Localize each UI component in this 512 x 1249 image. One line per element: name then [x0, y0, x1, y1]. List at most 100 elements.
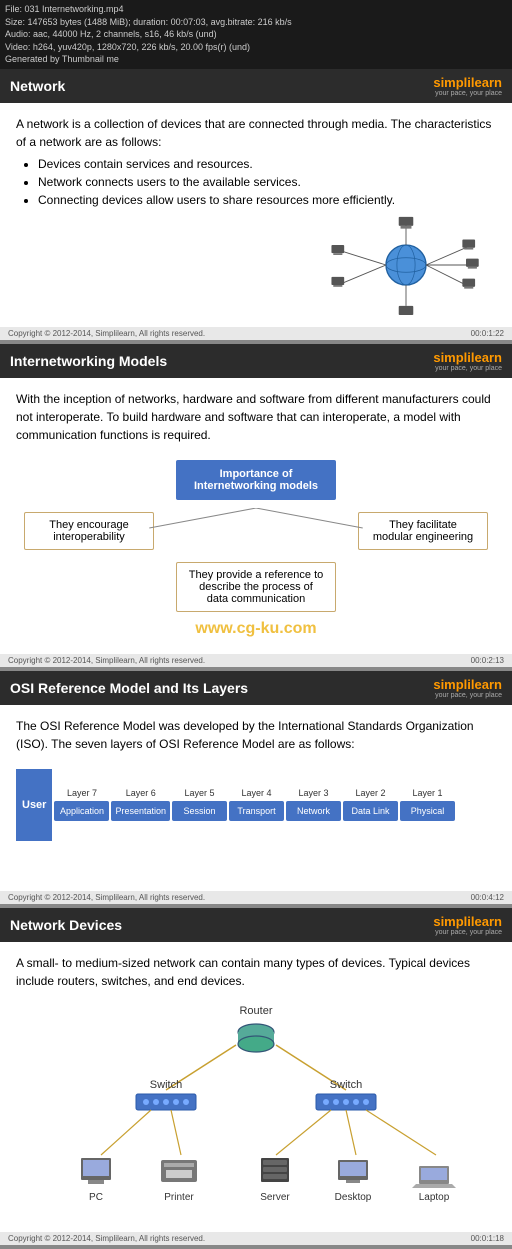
layer-4-box: Transport: [229, 801, 284, 821]
osi-header: OSI Reference Model and Its Layers simpl…: [0, 671, 512, 705]
network-devices-timestamp: 00:0:1:18: [471, 1234, 504, 1243]
network-topology-svg: [316, 215, 496, 315]
file-info-line4: Video: h264, yuv420p, 1280x720, 226 kb/s…: [5, 41, 507, 54]
brand-simpli-4: simpli: [433, 914, 471, 929]
center-box-wrapper: Importance of Internetworking models: [24, 460, 488, 500]
layer-7-group: Layer 7 Application: [54, 788, 109, 821]
network-intro: A network is a collection of devices tha…: [16, 115, 496, 151]
network-devices-section: Network Devices simplilearn your pace, y…: [0, 908, 512, 1245]
network-title: Network: [10, 78, 65, 94]
internetworking-section: Internetworking Models simplilearn your …: [0, 344, 512, 667]
osi-content: The OSI Reference Model was developed by…: [0, 705, 512, 891]
layer-2-box: Data Link: [343, 801, 398, 821]
osi-copyright: Copyright © 2012-2014, Simplilearn, All …: [8, 893, 205, 902]
internetworking-content: With the inception of networks, hardware…: [0, 378, 512, 654]
right-box: They facilitate modular engineering: [358, 512, 488, 550]
bullet-3: Connecting devices allow users to share …: [38, 193, 496, 207]
brand-tagline-3: your pace, your place: [435, 692, 502, 699]
internetworking-intro: With the inception of networks, hardware…: [16, 390, 496, 444]
network-devices-intro: A small- to medium-sized network can con…: [16, 954, 496, 990]
osi-section: OSI Reference Model and Its Layers simpl…: [0, 671, 512, 904]
network-devices-footer: Copyright © 2012-2014, Simplilearn, All …: [0, 1232, 512, 1245]
internetworking-timestamp: 00:0:2:13: [471, 656, 504, 665]
file-info-line2: Size: 147653 bytes (1488 MiB); duration:…: [5, 16, 507, 29]
simplilearn-logo-3: simplilearn your pace, your place: [433, 677, 502, 699]
osi-spacer: [16, 849, 496, 879]
brand-learn-1: learn: [471, 75, 502, 90]
brand-tagline-4: your pace, your place: [435, 929, 502, 936]
center-box: Importance of Internetworking models: [176, 460, 336, 500]
network-diagram-area: [16, 215, 496, 315]
svg-text:Laptop: Laptop: [419, 1192, 450, 1203]
layer-2-group: Layer 2 Data Link: [343, 788, 398, 821]
network-header: Network simplilearn your pace, your plac…: [0, 69, 512, 103]
brand-simpli-2: simpli: [433, 350, 471, 365]
network-devices-header: Network Devices simplilearn your pace, y…: [0, 908, 512, 942]
svg-text:Server: Server: [260, 1192, 290, 1203]
network-bullets: Devices contain services and resources. …: [16, 157, 496, 207]
layer-1-box: Physical: [400, 801, 455, 821]
network-devices-copyright: Copyright © 2012-2014, Simplilearn, All …: [8, 1234, 205, 1243]
file-info-line5: Generated by Thumbnail me: [5, 53, 507, 66]
layer-7-num: Layer 7: [67, 788, 97, 798]
osi-intro: The OSI Reference Model was developed by…: [16, 717, 496, 753]
layer-5-box: Session: [172, 801, 227, 821]
network-timestamp: 00:0:1:22: [471, 329, 504, 338]
layer-3-group: Layer 3 Network: [286, 788, 341, 821]
brand-name-2: simplilearn: [433, 350, 502, 365]
brand-name-3: simplilearn: [433, 677, 502, 692]
bullet-2: Network connects users to the available …: [38, 175, 496, 189]
brand-name-1: simplilearn: [433, 75, 502, 90]
internetworking-title: Internetworking Models: [10, 353, 167, 369]
layer-1-group: Layer 1 Physical: [400, 788, 455, 821]
network-content: A network is a collection of devices tha…: [0, 103, 512, 327]
network-section: Network simplilearn your pace, your plac…: [0, 69, 512, 340]
osi-timestamp: 00:0:4:12: [471, 893, 504, 902]
brand-simpli-3: simpli: [433, 677, 471, 692]
layer-3-box: Network: [286, 801, 341, 821]
layer-6-box: Presentation: [111, 801, 170, 821]
brand-simpli-1: simpli: [433, 75, 471, 90]
router-label: Router: [239, 1005, 272, 1017]
brand-learn-3: learn: [471, 677, 502, 692]
devices-svg: Router Switch Switch: [16, 1000, 496, 1220]
models-diagram: Importance of Internetworking models The…: [16, 460, 496, 612]
svg-text:Desktop: Desktop: [335, 1192, 372, 1203]
brand-learn-2: learn: [471, 350, 502, 365]
layer-5-group: Layer 5 Session: [172, 788, 227, 821]
svg-text:PC: PC: [89, 1192, 103, 1203]
bottom-box-wrapper: They provide a reference to describe the…: [24, 556, 488, 612]
user-label: User: [16, 769, 52, 841]
left-box: They encourage interoperability: [24, 512, 154, 550]
internetworking-copyright: Copyright © 2012-2014, Simplilearn, All …: [8, 656, 205, 665]
layer-3-num: Layer 3: [299, 788, 329, 798]
file-info-bar: File: 031 Internetworking.mp4 Size: 1476…: [0, 0, 512, 69]
layer-6-num: Layer 6: [126, 788, 156, 798]
osi-title: OSI Reference Model and Its Layers: [10, 680, 248, 696]
layer-5-num: Layer 5: [185, 788, 215, 798]
layer-6-group: Layer 6 Presentation: [111, 788, 170, 821]
brand-learn-4: learn: [471, 914, 502, 929]
middle-row: They encourage interoperability They fac…: [24, 508, 488, 550]
file-info-line1: File: 031 Internetworking.mp4: [5, 3, 507, 16]
simplilearn-logo-2: simplilearn your pace, your place: [433, 350, 502, 372]
file-info-line3: Audio: aac, 44000 Hz, 2 channels, s16, 4…: [5, 28, 507, 41]
bottom-box: They provide a reference to describe the…: [176, 562, 336, 612]
network-footer: Copyright © 2012-2014, Simplilearn, All …: [0, 327, 512, 340]
layer-4-num: Layer 4: [242, 788, 272, 798]
osi-layers-diagram: User Layer 7 Application Layer 6 Present…: [16, 769, 496, 841]
internetworking-header: Internetworking Models simplilearn your …: [0, 344, 512, 378]
brand-tagline-2: your pace, your place: [435, 365, 502, 372]
network-devices-title: Network Devices: [10, 917, 122, 933]
svg-text:Switch: Switch: [330, 1079, 362, 1091]
brand-name-4: simplilearn: [433, 914, 502, 929]
simplilearn-logo-1: simplilearn your pace, your place: [433, 75, 502, 97]
network-copyright: Copyright © 2012-2014, Simplilearn, All …: [8, 329, 205, 338]
network-devices-content: A small- to medium-sized network can con…: [0, 942, 512, 1232]
devices-diagram: Router Switch Switch: [16, 1000, 496, 1220]
layer-2-num: Layer 2: [356, 788, 386, 798]
layer-4-group: Layer 4 Transport: [229, 788, 284, 821]
simplilearn-logo-4: simplilearn your pace, your place: [433, 914, 502, 936]
layer-7-box: Application: [54, 801, 109, 821]
osi-footer: Copyright © 2012-2014, Simplilearn, All …: [0, 891, 512, 904]
